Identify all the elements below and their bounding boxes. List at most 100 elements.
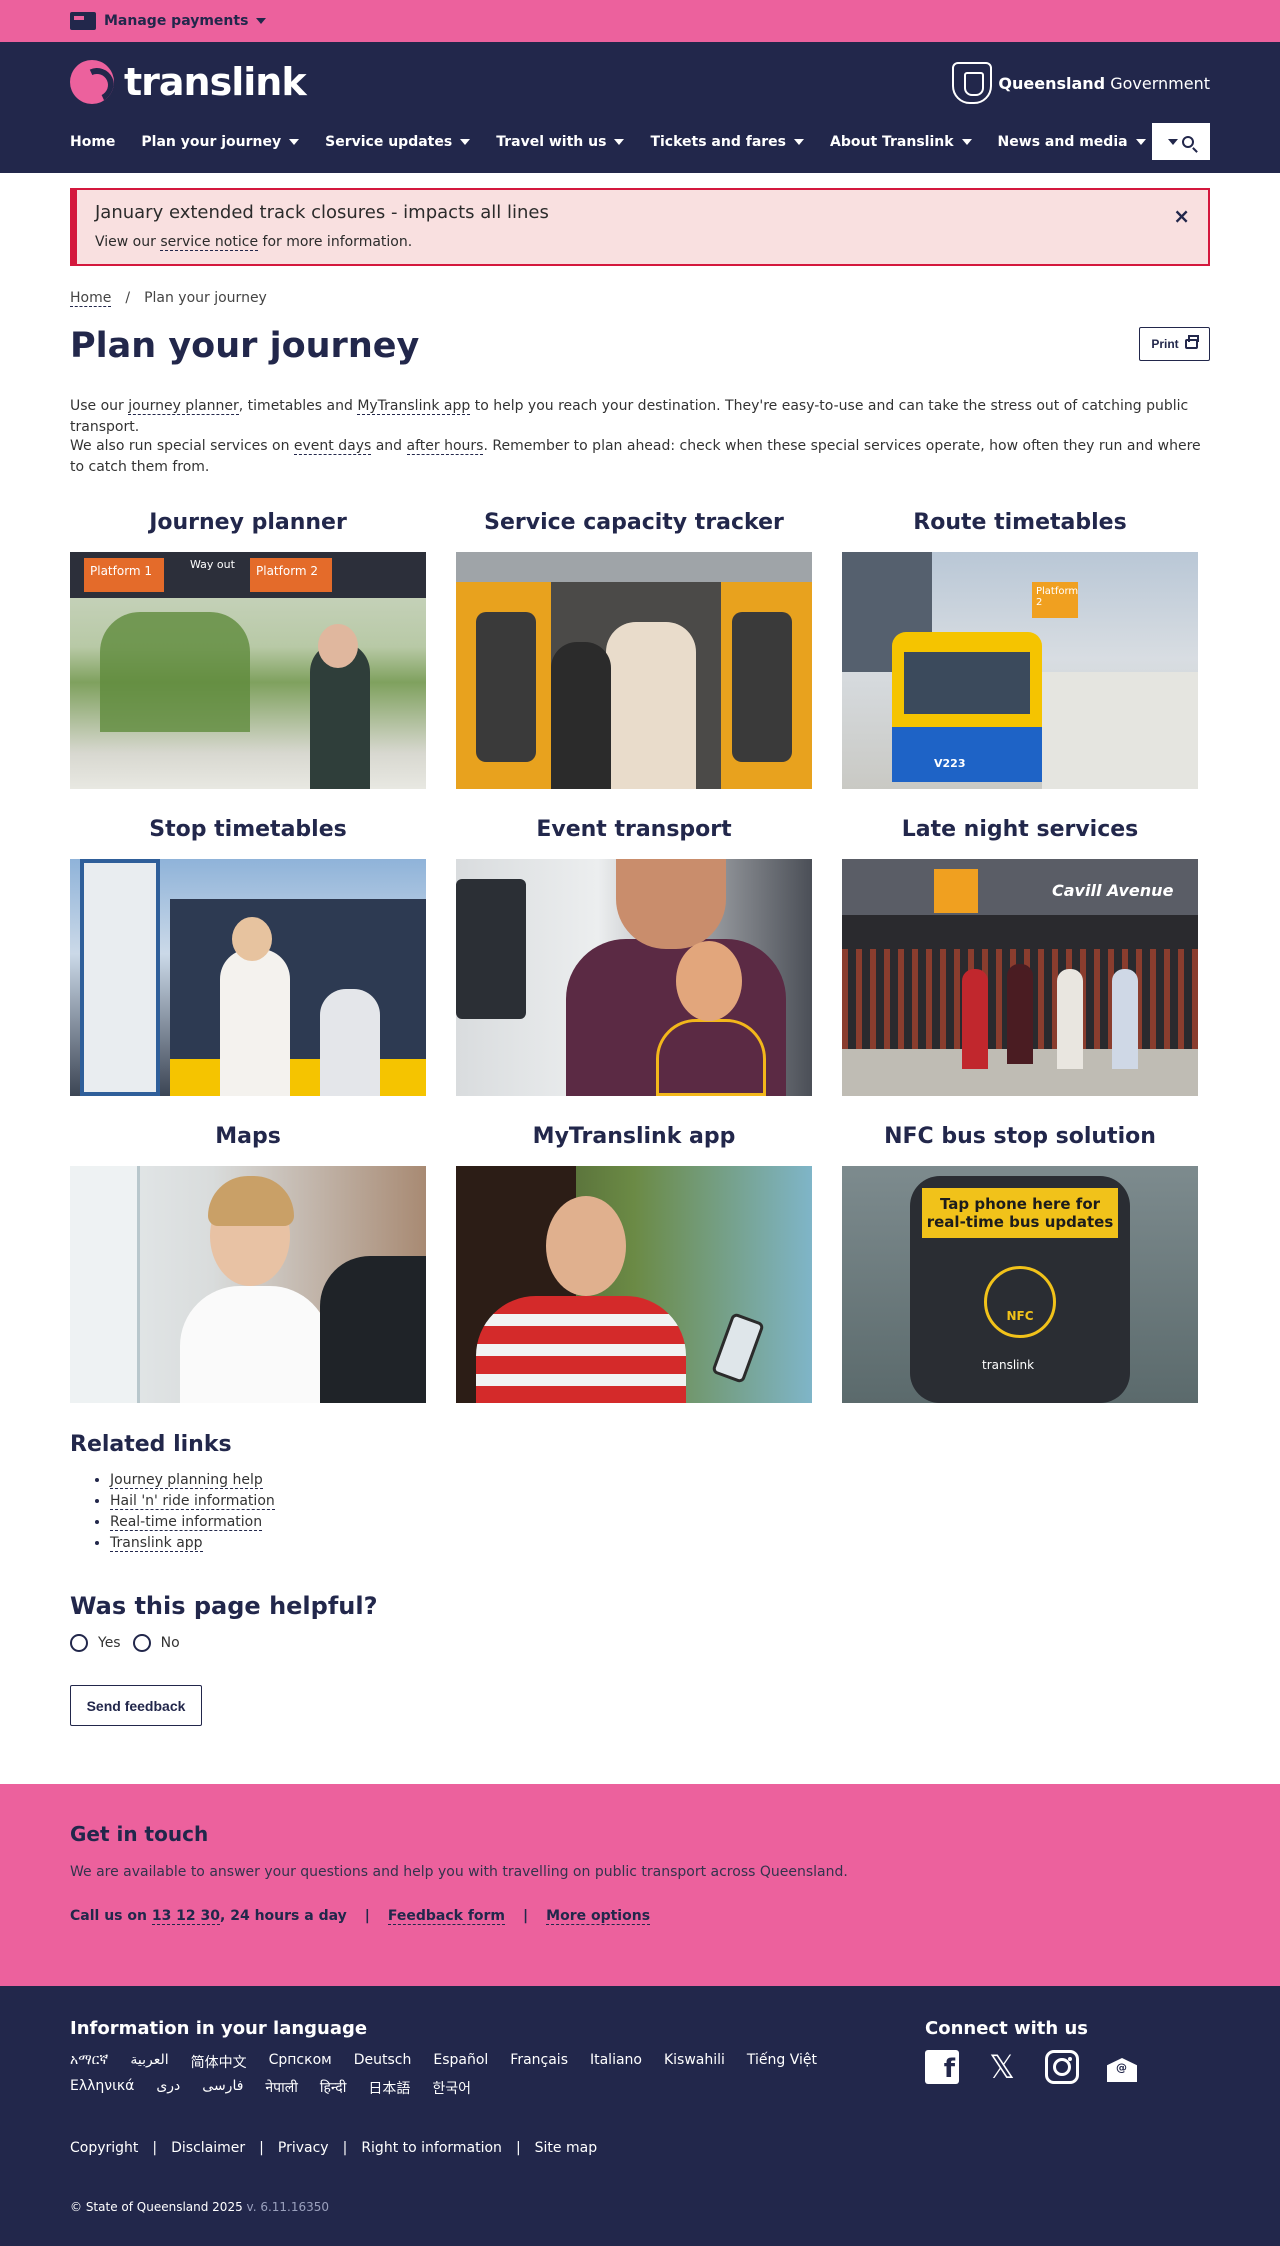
language-link[interactable]: Deutsch [354,2052,412,2072]
related-link[interactable]: Real-time information [110,1514,263,1531]
print-label: Print [1151,337,1179,351]
nav-about-translink[interactable]: About Translink [830,134,972,150]
nav-plan-your-journey[interactable]: Plan your journey [141,134,300,150]
connect-heading: Connect with us [925,2018,1088,2039]
tile-title: Journey planner [149,510,347,535]
tile-event-transport[interactable]: Event transport [456,815,812,1096]
breadcrumb: Home / Plan your journey [70,290,267,307]
language-link[interactable]: Kiswahili [664,2052,725,2072]
coat-of-arms-icon [952,62,993,104]
nav-travel-with-us[interactable]: Travel with us [496,134,625,150]
more-options-link[interactable]: More options [546,1908,651,1925]
translink-logo[interactable]: translink [70,60,307,104]
instagram-icon[interactable] [1045,2050,1079,2084]
send-feedback-button[interactable]: Send feedback [70,1685,202,1726]
language-link[interactable]: 简体中文 [191,2052,247,2072]
intro-text: , timetables and [238,398,358,414]
nfc-sign-line1: Tap phone here for [939,1195,1101,1213]
language-heading: Information in your language [70,2018,368,2039]
feedback-form-link[interactable]: Feedback form [387,1908,506,1925]
language-link[interactable]: Français [510,2052,568,2072]
print-button[interactable]: Print [1139,327,1210,361]
intro-paragraph-1: Use our journey planner, timetables and … [70,396,1210,438]
nav-service-updates[interactable]: Service updates [325,134,471,150]
nav-tickets-and-fares[interactable]: Tickets and fares [650,134,804,150]
tile-stop-timetables[interactable]: Stop timetables [70,815,426,1096]
copyright-link[interactable]: Copyright [70,2140,138,2156]
call-prefix: Call us on [70,1908,152,1924]
language-link[interactable]: Ελληνικά [70,2078,134,2098]
email-link[interactable] [1105,2050,1139,2084]
related-link-label: Hail 'n' ride information [110,1493,275,1510]
chevron-down-icon [1135,139,1146,145]
bus-number: V223 [934,757,966,770]
breadcrumb-separator: / [125,290,131,306]
language-link[interactable]: Español [433,2052,488,2072]
tile-route-timetables[interactable]: Route timetables Platform 2 V223 [842,508,1198,789]
no-label: No [160,1635,180,1651]
mytranslink-app-image [456,1166,812,1403]
language-link[interactable]: Српском [269,2052,332,2072]
nfc-brand: translink [982,1358,1035,1372]
tile-journey-planner[interactable]: Journey planner Platform 1 Way out Platf… [70,508,426,789]
nav-label: Plan your journey [141,134,282,150]
no-radio[interactable] [132,1634,151,1652]
language-link[interactable]: 日本語 [368,2078,410,2098]
call-suffix: , 24 hours a day [220,1908,347,1924]
tile-maps[interactable]: Maps [70,1122,426,1403]
after-hours-link[interactable]: after hours [406,438,484,455]
language-link[interactable]: دری [156,2078,180,2098]
related-link-label: Journey planning help [110,1472,263,1489]
privacy-link[interactable]: Privacy [278,2140,329,2156]
close-icon[interactable]: × [1173,204,1190,228]
language-link[interactable]: 한국어 [432,2078,471,2098]
language-link[interactable]: नेपाली [265,2078,297,2098]
breadcrumb-home[interactable]: Home [70,290,112,307]
tile-title: Maps [215,1124,281,1149]
journey-planner-image: Platform 1 Way out Platform 2 [70,552,426,789]
event-days-link[interactable]: event days [293,438,372,455]
stop-timetables-image [70,859,426,1096]
language-link[interactable]: العربية [130,2052,168,2072]
language-link[interactable]: हिन्दी [320,2078,346,2098]
related-link[interactable]: Hail 'n' ride information [110,1493,275,1510]
tile-nfc-bus-stop-solution[interactable]: NFC bus stop solution Tap phone here for… [842,1122,1198,1403]
right-to-information-link[interactable]: Right to information [361,2140,502,2156]
list-item: Hail 'n' ride information [110,1491,275,1512]
yes-radio[interactable] [70,1634,88,1652]
language-link[interactable]: فارسی [202,2078,243,2098]
x-icon[interactable]: 𝕏 [985,2048,1019,2086]
search-button[interactable] [1152,123,1210,160]
phone-link[interactable]: 13 12 30 [151,1908,221,1925]
manage-payments-link[interactable]: Manage payments [70,12,267,30]
queensland-government-logo[interactable]: Queensland Government [952,62,1210,104]
list-item: Journey planning help [110,1470,275,1491]
service-notice-link[interactable]: service notice [160,234,259,251]
site-map-link[interactable]: Site map [535,2140,597,2156]
maps-image [70,1166,426,1403]
tile-mytranslink-app[interactable]: MyTranslink app [456,1122,812,1403]
nfc-label: NFC [1006,1309,1034,1323]
language-link[interactable]: አማርኛ [70,2052,108,2072]
alert-text-before: View our [95,234,161,250]
chevron-down-icon [289,139,300,145]
language-link[interactable]: Italiano [590,2052,642,2072]
facebook-icon[interactable]: f [925,2050,959,2084]
journey-planner-link[interactable]: journey planner [128,398,239,415]
site-header: translink Queensland Government Home Pla… [0,42,1280,173]
nav-label: Travel with us [496,134,607,150]
tile-service-capacity-tracker[interactable]: Service capacity tracker [456,508,812,789]
language-link[interactable]: Tiếng Việt [747,2052,817,2072]
disclaimer-link[interactable]: Disclaimer [171,2140,245,2156]
nav-home[interactable]: Home [70,134,115,150]
nfc-bus-stop-image: Tap phone here for real-time bus updates… [842,1166,1198,1403]
nav-news-and-media[interactable]: News and media [998,134,1146,150]
related-link[interactable]: Translink app [110,1535,203,1552]
contact-links: Call us on 13 12 30, 24 hours a day | Fe… [70,1908,651,1925]
alert-text: View our service notice for more informa… [95,234,412,251]
chevron-down-icon [794,139,804,145]
mytranslink-app-link[interactable]: MyTranslink app [357,398,471,415]
tile-late-night-services[interactable]: Late night services Cavill Avenue [842,815,1198,1096]
chevron-down-icon [961,139,972,145]
related-link[interactable]: Journey planning help [110,1472,263,1489]
